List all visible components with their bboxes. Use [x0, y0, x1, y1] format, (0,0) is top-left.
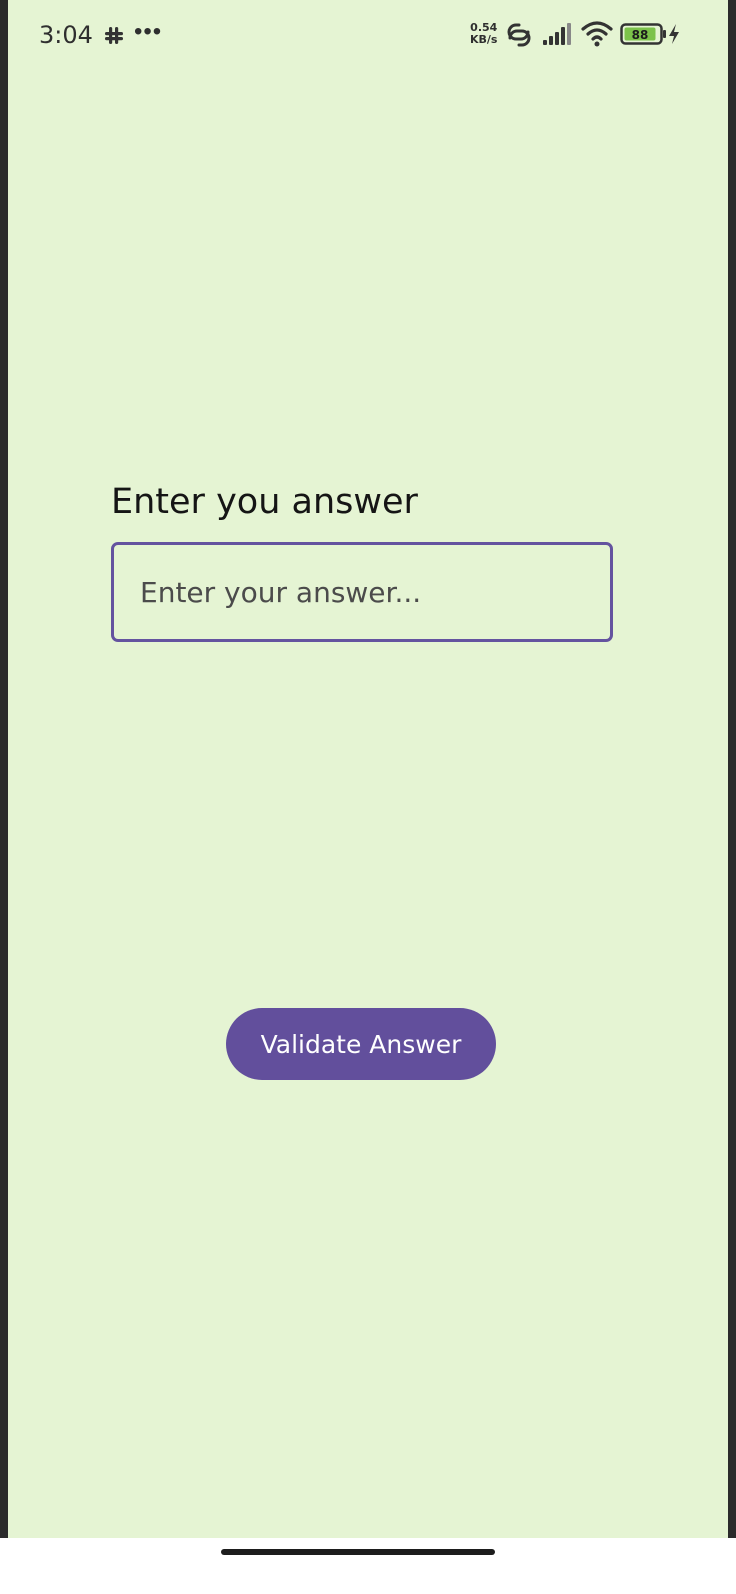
net-speed: 0.54 KB/s — [470, 22, 497, 46]
app-screen: 3:04 ••• 0.54 KB/s 88 Enter you answer E… — [8, 0, 728, 1565]
signal-icon — [543, 23, 571, 45]
overflow-notifications-icon: ••• — [134, 18, 163, 45]
status-bar: 3:04 ••• 0.54 KB/s 88 — [8, 0, 728, 70]
battery-icon: 88 — [620, 23, 666, 45]
answer-input[interactable] — [114, 545, 610, 639]
wifi-icon — [581, 21, 613, 47]
answer-field[interactable] — [111, 542, 613, 642]
status-time: 3:04 — [39, 21, 93, 49]
battery-level: 88 — [632, 28, 649, 42]
answer-heading: Enter you answer — [111, 482, 418, 522]
validate-answer-button[interactable]: Validate Answer — [226, 1008, 496, 1080]
navigation-bar — [0, 1538, 736, 1594]
home-indicator[interactable] — [221, 1549, 495, 1555]
charging-icon — [669, 24, 679, 44]
slack-icon — [105, 27, 123, 44]
net-speed-unit: KB/s — [470, 33, 498, 46]
hotspot-icon — [507, 23, 531, 47]
